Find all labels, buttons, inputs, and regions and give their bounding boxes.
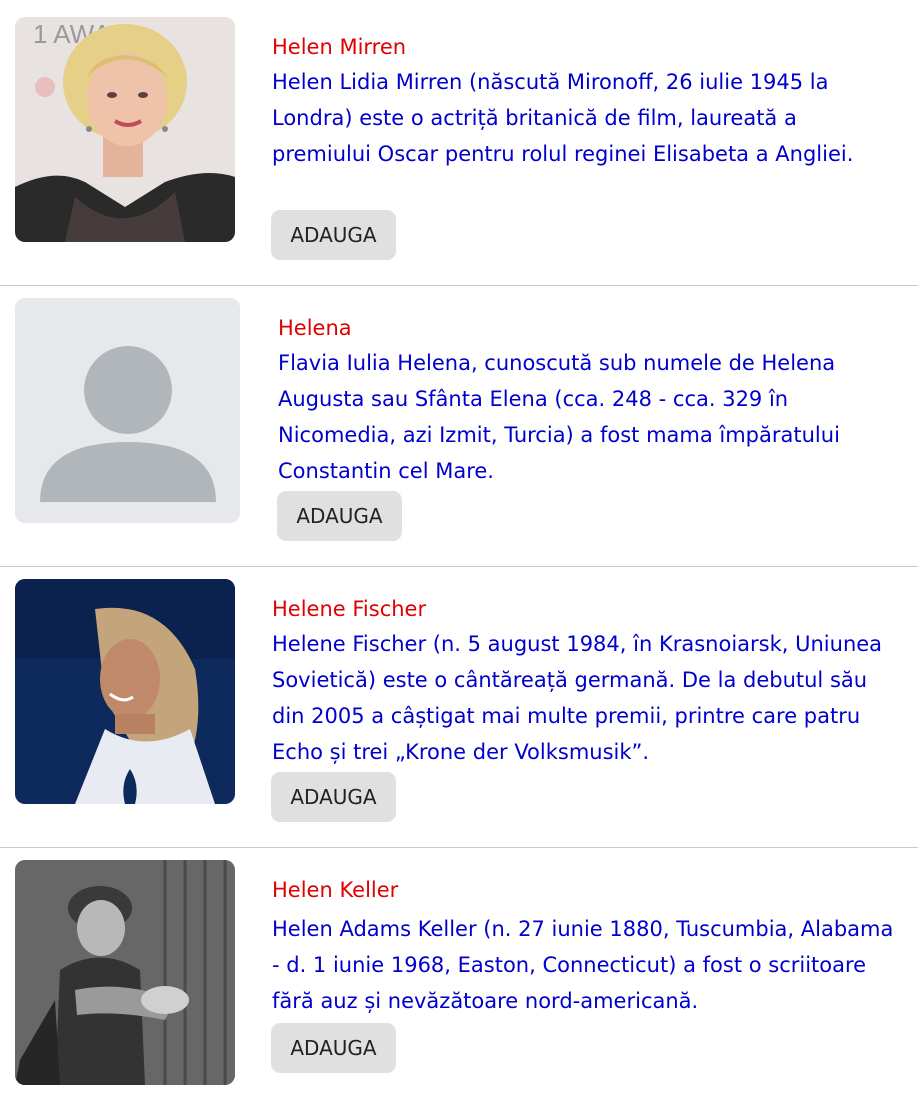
- add-button[interactable]: ADAUGA: [277, 491, 402, 541]
- result-name[interactable]: Helen Mirren: [272, 33, 406, 61]
- result-card: Helena Flavia Iulia Helena, cunoscută su…: [0, 286, 918, 567]
- result-name[interactable]: Helena: [278, 314, 352, 342]
- avatar-head-icon: [84, 346, 172, 434]
- result-card: Helen Keller Helen Adams Keller (n. 27 i…: [0, 848, 918, 1097]
- result-card: Helene Fischer Helene Fischer (n. 5 augu…: [0, 567, 918, 848]
- person-photo: [15, 860, 235, 1085]
- person-photo: [15, 579, 235, 804]
- result-description: Helen Lidia Mirren (născută Mironoff, 26…: [272, 70, 854, 166]
- add-button[interactable]: ADAUGA: [271, 210, 396, 260]
- default-avatar-placeholder: [15, 298, 240, 523]
- add-button[interactable]: ADAUGA: [271, 772, 396, 822]
- result-description: Helen Adams Keller (n. 27 iunie 1880, Tu…: [272, 917, 894, 1013]
- result-name[interactable]: Helene Fischer: [272, 595, 426, 623]
- result-card: 1 AWAR Helen Mirren Helen Lidia Mirren (…: [0, 0, 918, 286]
- add-button[interactable]: ADAUGA: [271, 1023, 396, 1073]
- result-description: Helene Fischer (n. 5 august 1984, în Kra…: [272, 632, 883, 764]
- result-description: Flavia Iulia Helena, cunoscută sub numel…: [278, 351, 840, 483]
- person-photo: 1 AWAR: [15, 17, 235, 242]
- result-name[interactable]: Helen Keller: [272, 876, 398, 904]
